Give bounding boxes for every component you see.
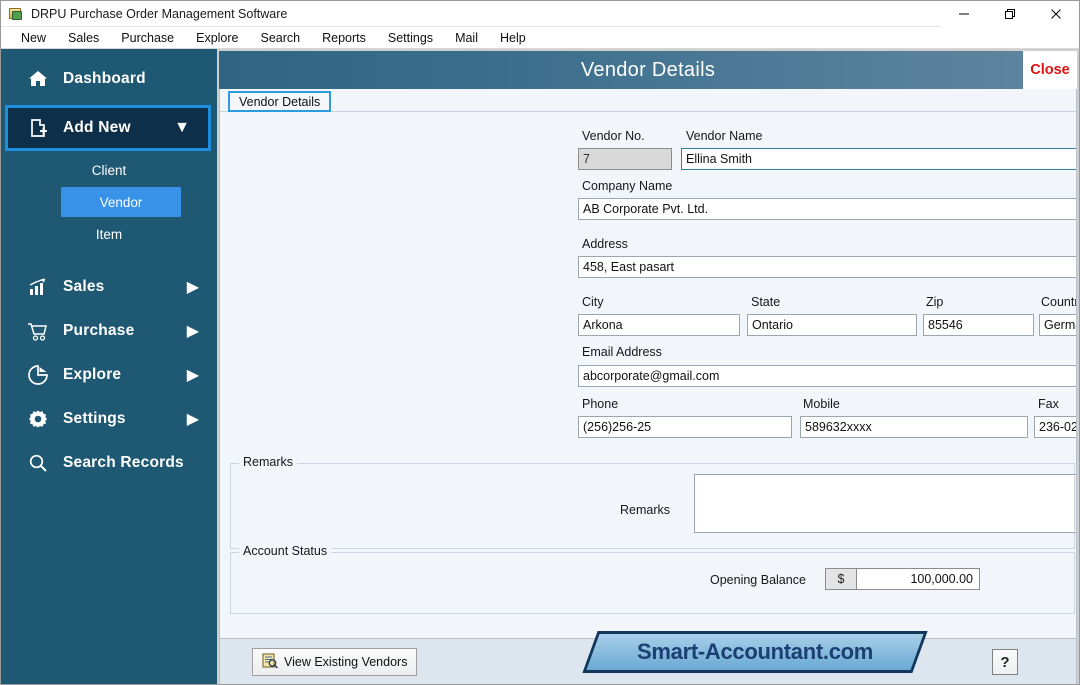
- sidebar-item-settings[interactable]: Settings ▶: [1, 397, 217, 441]
- menu-item-search[interactable]: Search: [250, 27, 312, 49]
- state-input[interactable]: Ontario: [747, 314, 917, 336]
- country-label: Country: [1041, 295, 1076, 309]
- company-name-label: Company Name: [582, 179, 673, 193]
- menu-item-sales[interactable]: Sales: [57, 27, 110, 49]
- remarks-field-label: Remarks: [620, 503, 671, 517]
- city-label: City: [582, 295, 604, 309]
- vendor-name-input[interactable]: Ellina Smith: [681, 148, 1076, 170]
- email-label: Email Address: [582, 345, 662, 359]
- minimize-icon[interactable]: [941, 1, 987, 27]
- mobile-input[interactable]: 589632xxxx: [800, 416, 1028, 438]
- document-search-icon: [262, 653, 278, 672]
- opening-balance-input[interactable]: 100,000.00: [857, 568, 980, 590]
- sidebar-item-dashboard[interactable]: Dashboard: [1, 57, 217, 101]
- app-icon: [8, 6, 24, 22]
- menu-item-explore[interactable]: Explore: [185, 27, 249, 49]
- sidebar-item-explore[interactable]: Explore ▶: [1, 353, 217, 397]
- zip-label: Zip: [926, 295, 944, 309]
- mobile-label: Mobile: [803, 397, 840, 411]
- window-body: Dashboard Add New ▼ Client Vendor Item S…: [1, 49, 1079, 684]
- fax-input[interactable]: 236-023: [1034, 416, 1076, 438]
- add-document-icon: [25, 117, 51, 139]
- view-existing-vendors-label: View Existing Vendors: [284, 655, 408, 669]
- city-input[interactable]: Arkona: [578, 314, 740, 336]
- bottom-bar: View Existing Vendors Smart-Accountant.c…: [219, 631, 1077, 684]
- close-button[interactable]: Close: [1023, 51, 1077, 89]
- sidebar-item-label: Settings: [63, 410, 126, 427]
- sidebar-item-label: Sales: [63, 278, 105, 295]
- menu-item-purchase[interactable]: Purchase: [110, 27, 185, 49]
- phone-input[interactable]: (256)256-25: [578, 416, 792, 438]
- vendor-no-label: Vendor No.: [582, 129, 645, 143]
- application-window: DRPU Purchase Order Management Software …: [0, 0, 1080, 685]
- pie-chart-icon: [25, 364, 51, 386]
- remarks-group-title: Remarks: [239, 455, 298, 469]
- chevron-right-icon: ▶: [186, 367, 199, 384]
- chevron-right-icon: ▶: [186, 279, 199, 296]
- home-icon: [25, 68, 51, 90]
- tab-vendor-details[interactable]: Vendor Details: [228, 91, 332, 112]
- window-titlebar: DRPU Purchase Order Management Software: [1, 1, 1079, 27]
- sidebar-item-label: Dashboard: [63, 70, 146, 87]
- chevron-right-icon: ▶: [186, 411, 199, 428]
- sidebar-item-label: Purchase: [63, 322, 135, 339]
- account-status-group-title: Account Status: [239, 544, 332, 558]
- window-controls: [941, 1, 1079, 27]
- sidebar-subitem-label: Client: [91, 162, 127, 178]
- remarks-textarea[interactable]: ▲ ▼: [694, 474, 1076, 533]
- email-input[interactable]: abcorporate@gmail.com: [578, 365, 1076, 387]
- cart-icon: [25, 320, 51, 342]
- opening-balance-label: Opening Balance: [710, 573, 806, 587]
- company-name-input[interactable]: AB Corporate Pvt. Ltd.: [578, 198, 1076, 220]
- menu-item-reports[interactable]: Reports: [311, 27, 377, 49]
- maximize-icon[interactable]: [987, 1, 1033, 27]
- state-label: State: [751, 295, 781, 309]
- address-input[interactable]: 458, East pasart: [578, 256, 1076, 278]
- bar-chart-icon: [25, 276, 51, 298]
- sidebar-subitem-vendor[interactable]: Vendor: [61, 187, 181, 217]
- page-title: Vendor Details: [580, 58, 716, 81]
- gear-icon: [25, 408, 51, 430]
- zip-input[interactable]: 85546: [923, 314, 1034, 336]
- menubar: New Sales Purchase Explore Search Report…: [1, 27, 1079, 49]
- sidebar-subitem-client[interactable]: Client: [1, 155, 217, 185]
- sidebar-subitem-label: Vendor: [99, 194, 143, 210]
- search-icon: [25, 452, 51, 474]
- vendor-name-label: Vendor Name: [686, 129, 763, 143]
- sidebar-item-add-new[interactable]: Add New ▼: [5, 105, 211, 151]
- help-button[interactable]: ?: [992, 649, 1018, 675]
- phone-label: Phone: [582, 397, 619, 411]
- sidebar-item-search-records[interactable]: Search Records: [1, 441, 217, 485]
- main-panel: Vendor Details Close Vendor Details Vend…: [217, 49, 1079, 684]
- sidebar-item-purchase[interactable]: Purchase ▶: [1, 309, 217, 353]
- sidebar-item-label: Search Records: [63, 454, 184, 471]
- window-title: DRPU Purchase Order Management Software: [31, 6, 288, 21]
- tabstrip: Vendor Details: [220, 89, 1076, 112]
- remarks-scrollbar[interactable]: ▲ ▼: [1074, 476, 1076, 531]
- address-label: Address: [582, 237, 628, 251]
- menu-item-help[interactable]: Help: [489, 27, 537, 49]
- sidebar-item-sales[interactable]: Sales ▶: [1, 265, 217, 309]
- panel-header: Vendor Details Close: [219, 51, 1077, 89]
- sidebar-item-label: Explore: [63, 366, 122, 383]
- view-existing-vendors-button[interactable]: View Existing Vendors: [252, 648, 418, 676]
- fax-label: Fax: [1038, 397, 1059, 411]
- country-input[interactable]: Germany: [1039, 314, 1076, 336]
- chevron-right-icon: ▶: [186, 323, 199, 340]
- vendor-no-input[interactable]: 7: [578, 148, 672, 170]
- vendor-form: Vendor Details Vendor No. Vendor Name 7 …: [219, 89, 1077, 638]
- sidebar-subitem-item[interactable]: Item: [1, 219, 217, 249]
- menu-item-settings[interactable]: Settings: [377, 27, 444, 49]
- menu-item-mail[interactable]: Mail: [444, 27, 489, 49]
- currency-symbol: $: [825, 568, 857, 590]
- brand-banner: Smart-Accountant.com: [582, 631, 928, 673]
- close-icon[interactable]: [1033, 1, 1079, 27]
- sidebar: Dashboard Add New ▼ Client Vendor Item S…: [1, 49, 217, 684]
- sidebar-item-label: Add New: [63, 119, 131, 136]
- chevron-down-icon: ▼: [174, 119, 190, 136]
- brand-text: Smart-Accountant.com: [636, 639, 874, 664]
- menu-item-new[interactable]: New: [10, 27, 57, 49]
- sidebar-subitem-label: Item: [95, 226, 123, 242]
